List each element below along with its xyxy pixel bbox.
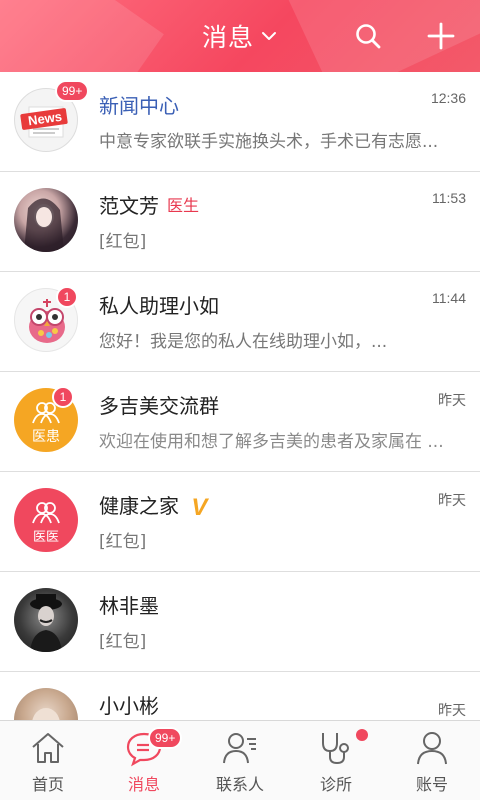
conversation-preview: [红包] [99,232,147,252]
unread-badge: 1 [56,286,78,308]
tab-contacts[interactable]: 联系人 [192,721,288,800]
conversation-name: 健康之家 V [99,490,207,522]
unread-badge: 99+ [55,80,90,102]
doctor-tag: 医生 [167,196,200,215]
chevron-down-icon [262,32,276,40]
conversation-name: 私人助理小如 [99,294,219,318]
conversation-item-doctor[interactable]: 范文芳 医生 11:53 [红包] [0,172,480,272]
tab-label: 账号 [415,775,448,794]
tab-label: 联系人 [215,775,264,794]
contacts-icon [223,733,256,764]
tab-label: 诊所 [319,775,352,794]
conversation-list[interactable]: News 99+ 新闻中心 12:36 中意专家欲联手实施换头术，手术已有志愿.… [0,72,480,720]
conversation-item-news[interactable]: News 99+ 新闻中心 12:36 中意专家欲联手实施换头术，手术已有志愿.… [0,72,480,172]
conversation-time: 昨天 [438,702,466,718]
conversation-time: 昨天 [438,492,466,508]
avatar-label: 医医 [32,530,59,545]
contact-name: 范文芳 [99,194,159,218]
avatar: 医医 [14,488,78,552]
avatar-label: 医患 [32,429,60,445]
conversation-item-health-home[interactable]: 医医 健康之家 V 昨天 [红包] [0,472,480,572]
unread-badge: 1 [52,386,74,408]
conversation-item-group[interactable]: 医患 1 多吉美交流群 昨天 欢迎在使用和想了解多吉美的患者及家属在 ... [0,372,480,472]
verified-icon: V [191,494,208,521]
conversation-name: 林非墨 [99,594,159,618]
top-app-bar: 消息 [0,0,480,72]
conversation-preview: 欢迎在使用和想了解多吉美的患者及家属在 ... [99,432,444,452]
tab-messages[interactable]: 99+ 消息 [96,721,192,800]
person-photo-icon [30,594,62,652]
search-icon [356,24,381,49]
unread-badge: 99+ [148,727,183,749]
conversation-preview: 中意专家欲联手实施换头术，手术已有志愿... [99,132,439,152]
notification-dot [356,729,368,741]
conversation-item-contact[interactable]: 小小彬 昨天 [0,672,480,720]
conversation-preview: [红包] [99,532,147,552]
conversation-time: 11:53 [432,190,466,206]
tab-label: 消息 [127,775,160,794]
conversation-item-contact[interactable]: 林非墨 [红包] [0,572,480,672]
avatar [14,188,78,252]
search-button[interactable] [350,18,386,54]
conversation-name: 多吉美交流群 [99,394,219,418]
bottom-tab-bar: 首页 99+ 消息 联系人 诊所 账号 [0,720,480,800]
conversation-time: 12:36 [430,90,466,106]
stethoscope-icon [322,733,349,765]
page-title: 消息 [201,23,254,52]
conversation-preview: [红包] [99,632,147,652]
conversation-name: 小小彬 [99,694,159,718]
contact-name: 健康之家 [99,494,179,518]
conversation-preview: 您好！我是您的私人在线助理小如，... [99,332,388,352]
home-icon [32,733,64,763]
avatar [14,588,78,652]
person-photo-icon [32,708,60,720]
avatar [14,688,78,720]
person-photo-icon [24,198,64,252]
title-dropdown[interactable]: 消息 [0,0,480,72]
plus-icon [427,22,455,50]
tab-home[interactable]: 首页 [0,721,96,800]
account-icon [417,732,447,765]
add-button[interactable] [423,18,459,54]
conversation-time: 11:44 [432,290,466,306]
tab-label: 首页 [31,775,64,794]
conversation-time: 昨天 [438,392,466,408]
conversation-name: 新闻中心 [99,94,179,118]
conversation-name: 范文芳 医生 [99,190,199,219]
tab-clinic[interactable]: 诊所 [288,721,384,800]
tab-account[interactable]: 账号 [384,721,480,800]
conversation-item-assistant[interactable]: 1 私人助理小如 11:44 您好！我是您的私人在线助理小如，... [0,272,480,372]
